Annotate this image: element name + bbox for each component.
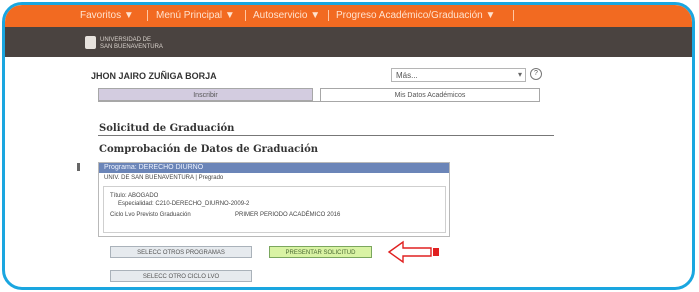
arrow-left-icon (387, 240, 439, 264)
specialty: Especialidad: C210-DERECHO_DIURNO-2009-2 (118, 201, 250, 207)
site-header: UNIVERSIDAD DE SAN BUENAVENTURA (5, 27, 692, 57)
logo-line-2: SAN BUENAVENTURA (100, 44, 163, 50)
title-divider (98, 135, 554, 136)
program-details: Título: ABOGADO Especialidad: C210-DEREC… (103, 186, 446, 233)
annotation-arrow (387, 240, 432, 264)
top-menu-bar: Favoritos ▼ Menú Principal ▼ Autoservici… (5, 5, 692, 27)
menu-main[interactable]: Menú Principal ▼ (156, 10, 235, 21)
student-name: JHON JAIRO ZUÑIGA BORJA (91, 71, 217, 81)
chevron-down-icon: ▾ (517, 70, 522, 79)
menu-favorites[interactable]: Favoritos ▼ (80, 10, 134, 21)
menu-separator (245, 10, 246, 21)
program-institution: UNIV. DE SAN BUENAVENTURA | Pregrado (104, 175, 224, 181)
menu-separator (328, 10, 329, 21)
select-other-programs-button[interactable]: SELECC OTROS PROGRAMAS (110, 246, 252, 258)
university-logo-icon (85, 36, 96, 49)
tab-academic-data[interactable]: Mis Datos Académicos (320, 88, 540, 101)
page-edge-mark (77, 163, 80, 171)
page-title: Solicitud de Graduación (99, 123, 235, 134)
graduation-cycle-value: PRIMER PERIODO ACADÉMICO 2016 (235, 212, 341, 218)
logo-line-1: UNIVERSIDAD DE (100, 37, 152, 43)
help-icon[interactable]: ? (530, 68, 542, 80)
select-other-cycle-button[interactable]: SELECC OTRO CICLO LVO (110, 270, 252, 282)
university-logo-text: UNIVERSIDAD DE SAN BUENAVENTURA (100, 37, 163, 51)
dropdown-value: Más... (396, 71, 418, 80)
menu-academic-progress[interactable]: Progreso Académico/Graduación ▼ (336, 10, 495, 21)
program-panel: Programa: DERECHO DIURNO UNIV. DE SAN BU… (98, 162, 450, 237)
tab-enroll[interactable]: Inscribir (98, 88, 313, 101)
tab-underline (98, 101, 540, 102)
degree-title: Título: ABOGADO (110, 193, 159, 199)
navigation-dropdown[interactable]: Más... ▾ (391, 68, 526, 82)
section-title: Comprobación de Datos de Graduación (99, 144, 319, 155)
graduation-cycle-label: Ciclo Lvo Previsto Graduación (110, 212, 191, 218)
arrow-tail-block (433, 248, 439, 256)
menu-self-service[interactable]: Autoservicio ▼ (253, 10, 320, 21)
menu-separator (513, 10, 514, 21)
program-header: Programa: DERECHO DIURNO (99, 163, 449, 173)
submit-request-button[interactable]: PRESENTAR SOLICITUD (269, 246, 372, 258)
menu-separator (147, 10, 148, 21)
screenshot-frame: Favoritos ▼ Menú Principal ▼ Autoservici… (2, 2, 695, 290)
